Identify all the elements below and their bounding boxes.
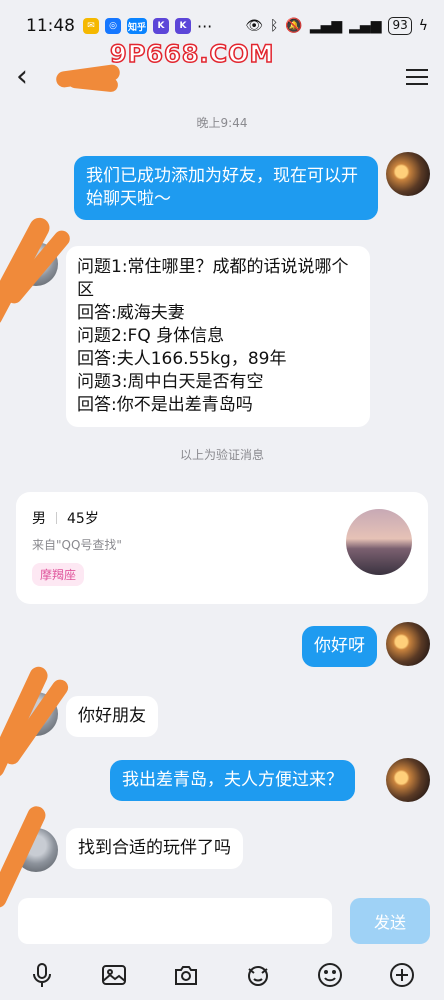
contact-name-redacted [54, 62, 124, 93]
status-time: 11:48 [26, 16, 75, 36]
verify-line: 问题2:FQ 身体信息 [77, 326, 225, 346]
message-bubble-incoming[interactable]: 找到合适的玩伴了吗 [66, 828, 243, 869]
profile-card[interactable]: 男 45岁 来自"QQ号查找" 摩羯座 [16, 492, 428, 604]
signal-icon-2: ▂▄▆ [349, 18, 382, 34]
status-right: 👁 ᛒ 🔕 ▂▄▆ ▂▄▆ 93 ϟ [245, 17, 428, 35]
message-bubble-outgoing[interactable]: 我们已成功添加为好友，现在可以开始聊天啦～ [74, 156, 378, 220]
verify-line: 问题3:周中白天是否有空 [77, 372, 264, 392]
self-avatar[interactable] [386, 152, 430, 196]
plus-icon[interactable] [387, 960, 417, 990]
bluetooth-icon: ᛒ [270, 18, 279, 34]
image-icon[interactable] [99, 960, 129, 990]
back-chevron-icon[interactable]: ‹ [16, 62, 42, 92]
sticker-icon[interactable] [243, 960, 273, 990]
self-avatar[interactable] [386, 758, 430, 802]
emoji-icon[interactable] [315, 960, 345, 990]
message-bubble-outgoing[interactable]: 我出差青岛，夫人方便过来？ [110, 760, 355, 801]
bag-app-icon: ◎ [105, 18, 121, 34]
verify-line: 回答:威海夫妻 [77, 303, 185, 323]
verify-line: 回答:夫人166.55kg，89年 [77, 349, 287, 369]
self-avatar[interactable] [386, 622, 430, 666]
mail-app-icon: ✉ [83, 18, 99, 34]
profile-photo[interactable] [346, 509, 412, 575]
signal-icon: ▂▄▆ [309, 18, 343, 34]
profile-age: 45岁 [67, 511, 99, 527]
more-notifications-icon: ··· [197, 16, 213, 36]
battery-indicator: 93 [388, 17, 412, 35]
k-app-icon-2: K [175, 18, 191, 34]
send-button[interactable]: 发送 [350, 898, 430, 944]
k-app-icon: K [153, 18, 169, 34]
title-bar: ‹ [0, 52, 444, 102]
divider [56, 512, 57, 524]
hamburger-menu-icon[interactable] [406, 64, 428, 90]
verify-line: 回答:你不是出差青岛吗 [77, 395, 253, 415]
microphone-icon[interactable] [27, 960, 57, 990]
message-input[interactable] [18, 898, 332, 944]
mute-icon: 🔕 [285, 18, 303, 34]
message-bubble-incoming-verify[interactable]: 问题1:常住哪里？成都的话说说哪个区 回答:威海夫妻 问题2:FQ 身体信息 回… [66, 246, 370, 427]
zhihu-app-icon: 知乎 [127, 18, 147, 34]
camera-icon[interactable] [171, 960, 201, 990]
profile-gender: 男 [32, 511, 46, 527]
input-bar: 发送 [0, 892, 444, 950]
chat-area: 晚上9:44 我们已成功添加为好友，现在可以开始聊天啦～ 问题1:常住哪里？成都… [0, 102, 444, 911]
verify-line: 问题1:常住哪里？成都的话说说哪个区 [77, 257, 349, 300]
input-toolbar [0, 950, 444, 1000]
charging-icon: ϟ [418, 18, 428, 34]
message-bubble-outgoing[interactable]: 你好呀 [302, 626, 377, 667]
chat-timestamp: 晚上9:44 [196, 116, 248, 130]
eye-icon: 👁 [245, 18, 263, 34]
profile-tag: 摩羯座 [32, 563, 85, 586]
verify-note: 以上为验证消息 [179, 448, 264, 462]
message-bubble-incoming[interactable]: 你好朋友 [66, 696, 158, 737]
